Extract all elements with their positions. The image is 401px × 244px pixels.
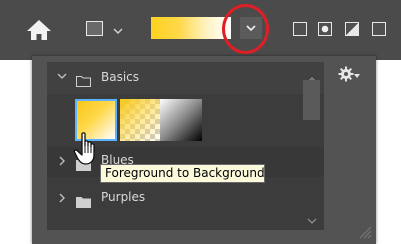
gradient-preset-thumbnail[interactable] <box>160 99 202 141</box>
resize-grip-icon[interactable] <box>358 224 372 239</box>
reflected-gradient-mode-icon[interactable] <box>372 22 386 36</box>
tooltip: Foreground to Background <box>100 164 265 183</box>
fill-swatch-icon[interactable] <box>86 21 103 36</box>
caret-down-icon[interactable] <box>354 74 360 78</box>
scroll-down-icon[interactable] <box>307 210 317 229</box>
radial-gradient-mode-icon[interactable] <box>318 22 332 36</box>
chevron-right-icon[interactable] <box>57 156 67 169</box>
folder-icon <box>76 72 91 87</box>
scrollbar-thumb[interactable] <box>303 80 320 120</box>
highlight-circle <box>222 4 269 54</box>
linear-gradient-mode-icon[interactable] <box>293 22 307 36</box>
hand-pointer-icon <box>73 131 103 171</box>
group-row-basics[interactable]: Basics <box>47 62 324 94</box>
chevron-right-icon[interactable] <box>57 193 67 206</box>
angle-gradient-mode-icon[interactable] <box>345 22 359 36</box>
gradient-preset-thumbnail[interactable] <box>120 99 162 141</box>
chevron-down-icon[interactable] <box>57 71 67 84</box>
gear-icon[interactable] <box>338 66 354 86</box>
folder-icon <box>76 193 91 208</box>
home-icon[interactable] <box>25 18 53 42</box>
group-label: Basics <box>101 70 140 84</box>
chevron-down-icon[interactable] <box>112 22 124 35</box>
group-label: Purples <box>101 190 146 204</box>
gradient-preview[interactable] <box>151 17 231 39</box>
group-row-purples[interactable]: Purples <box>47 184 324 214</box>
